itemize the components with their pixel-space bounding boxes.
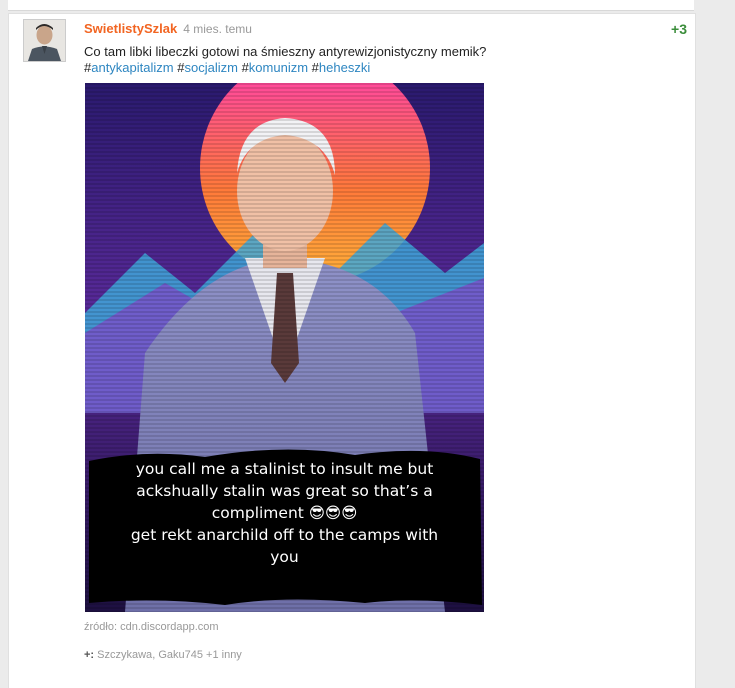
meme-image[interactable]: you call me a stalinist to insult me but… xyxy=(85,83,484,612)
entry-header: SwietlistySzlak 4 mies. temu xyxy=(84,21,252,39)
source-label: źródło: xyxy=(84,621,118,633)
vote-count[interactable]: +3 xyxy=(671,21,687,37)
tag-hash: # xyxy=(311,60,319,75)
timestamp[interactable]: 4 mies. temu xyxy=(183,22,252,36)
microblog-entry: SwietlistySzlak 4 mies. temu +3 Co tam l… xyxy=(8,13,696,688)
avatar[interactable] xyxy=(23,19,66,62)
source-line: źródło: cdn.discordapp.com xyxy=(84,621,219,633)
entry-text: Co tam libki libeczki gotowi na śmieszny… xyxy=(84,44,487,59)
voter-link[interactable]: Szczykawa xyxy=(97,649,152,661)
plus-voters: +: Szczykawa, Gaku745 +1 inny xyxy=(84,649,242,661)
caption-line: you xyxy=(270,548,299,566)
author-link[interactable]: SwietlistySzlak xyxy=(84,21,177,36)
more-voters-link[interactable]: +1 inny xyxy=(206,649,242,661)
tag-link[interactable]: antykapitalizm xyxy=(91,60,173,75)
caption-line: you call me a stalinist to insult me but xyxy=(135,460,434,478)
meme-caption: you call me a stalinist to insult me but… xyxy=(85,458,484,568)
tag-link[interactable]: socjalizm xyxy=(184,60,237,75)
tag-hash: # xyxy=(241,60,249,75)
caption-line: ackshually stalin was great so that’s a xyxy=(136,482,433,500)
previous-entry-bottom xyxy=(8,0,694,11)
tag-list: #antykapitalizm #socjalizm #komunizm #he… xyxy=(84,60,684,76)
source-link[interactable]: cdn.discordapp.com xyxy=(120,621,218,633)
caption-line: compliment 😎😎😎 xyxy=(211,504,358,522)
right-gutter xyxy=(695,0,735,687)
tag-link[interactable]: komunizm xyxy=(249,60,308,75)
plus-prefix: +: xyxy=(84,649,95,661)
voter-link[interactable]: Gaku745 xyxy=(158,649,203,661)
caption-line: get rekt anarchild off to the camps with xyxy=(130,526,439,544)
entry-body: Co tam libki libeczki gotowi na śmieszny… xyxy=(84,44,684,76)
tag-link[interactable]: heheszki xyxy=(319,60,370,75)
